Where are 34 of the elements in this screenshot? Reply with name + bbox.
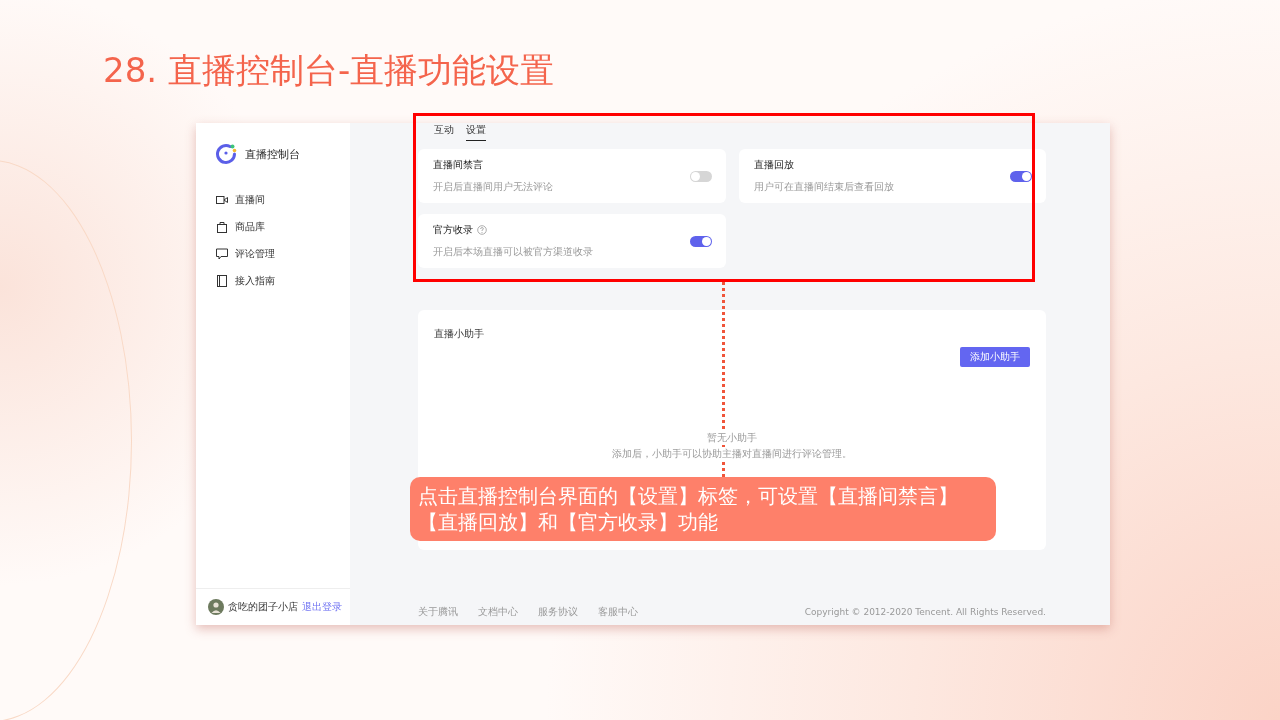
sidebar-item[interactable]: 商品库 bbox=[216, 218, 350, 235]
logo-icon bbox=[215, 143, 237, 165]
toggle-switch[interactable] bbox=[1010, 170, 1032, 182]
slide-title: 28. 直播控制台-直播功能设置 bbox=[102, 49, 556, 91]
tab[interactable]: 设置 bbox=[466, 123, 486, 141]
setting-description: 开启后本场直播可以被官方渠道收录 bbox=[433, 245, 594, 259]
video-camera-icon bbox=[216, 194, 228, 205]
setting-description: 开启后直播间用户无法评论 bbox=[433, 180, 554, 194]
sidebar-item-label: 接入指南 bbox=[235, 273, 275, 288]
copyright: Copyright © 2012-2020 Tencent. All Rights Reserved. bbox=[804, 607, 1046, 617]
toggle-switch[interactable] bbox=[689, 170, 712, 182]
sidebar-item[interactable]: 直播间 bbox=[216, 191, 350, 208]
annotation-callout: 点击直播控制台界面的【设置】标签，可设置【直播间禁言】【直播回放】和【官方收录】功能 bbox=[410, 477, 996, 541]
console-title: 直播控制台 bbox=[245, 146, 300, 162]
user-name: 贪吃的团子小店 bbox=[228, 600, 298, 614]
comment-icon bbox=[216, 247, 228, 260]
tab[interactable]: 互动 bbox=[434, 123, 454, 140]
panel-title: 直播小助手 bbox=[434, 327, 485, 341]
setting-title: 直播回放 bbox=[753, 158, 794, 172]
avatar bbox=[208, 599, 224, 615]
add-assistant-button[interactable]: 添加小助手 bbox=[960, 347, 1030, 367]
setting-description: 用户可在直播间结束后查看回放 bbox=[753, 180, 895, 194]
sidebar-item-label: 评论管理 bbox=[235, 246, 275, 261]
sidebar-item[interactable]: 评论管理 bbox=[216, 245, 350, 262]
setting-title: 官方收录 bbox=[433, 223, 473, 237]
book-icon bbox=[216, 274, 228, 287]
empty-state-title: 暂无小助手 bbox=[707, 431, 757, 445]
sidebar-item[interactable]: 接入指南 bbox=[216, 272, 350, 289]
sidebar-item-label: 直播间 bbox=[235, 192, 265, 207]
toggle-switch[interactable] bbox=[689, 235, 712, 247]
setting-title: 直播间禁言 bbox=[433, 158, 483, 172]
sidebar-item-label: 商品库 bbox=[235, 219, 265, 234]
shopping-bag-icon bbox=[216, 220, 228, 233]
logout-link[interactable]: 退出登录 bbox=[302, 600, 342, 614]
